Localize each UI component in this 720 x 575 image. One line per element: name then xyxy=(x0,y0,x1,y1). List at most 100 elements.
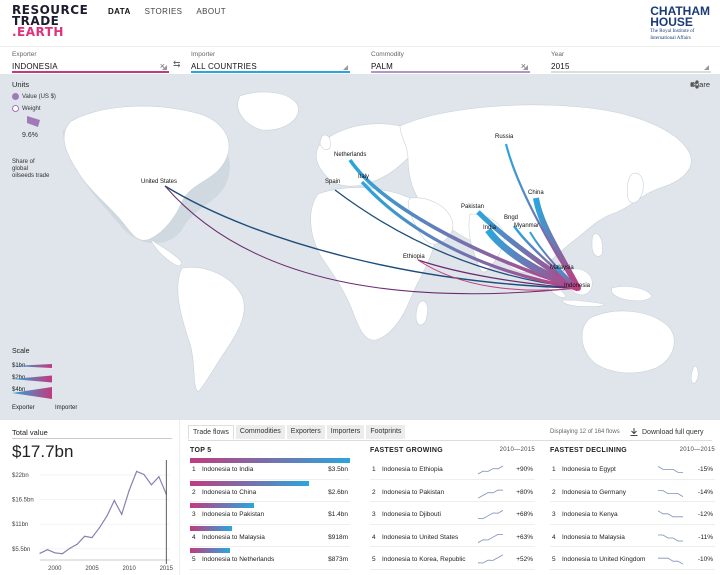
top5-row[interactable]: 4 Indonesia to Malaysia $918m xyxy=(190,525,350,547)
nav-data[interactable]: DATA xyxy=(108,7,131,16)
scale-row: $1bn xyxy=(12,363,52,369)
flow-name: Indonesia to United States xyxy=(382,533,459,541)
importer-value: ALL COUNTRIES xyxy=(191,62,257,71)
flow-value: $3.5bn xyxy=(328,466,348,473)
sparkline xyxy=(478,510,504,520)
nav-stories[interactable]: STORIES xyxy=(145,7,183,16)
country-label-united-states[interactable]: United States xyxy=(141,179,177,185)
growing-row[interactable]: 2 Indonesia to Pakistan +80% xyxy=(370,480,535,502)
tab-exporters[interactable]: Exporters xyxy=(286,425,325,439)
top5-row[interactable]: 5 Indonesia to Netherlands $873m xyxy=(190,547,350,570)
data-point xyxy=(158,476,160,478)
swap-icon[interactable]: ⇆ xyxy=(173,59,181,70)
growing-list: FASTEST GROWING 2010—2015 1 Indonesia to … xyxy=(370,447,535,570)
declining-years: 2010—2015 xyxy=(679,447,715,453)
flow-value: $1.4bn xyxy=(328,511,348,518)
data-point xyxy=(61,553,63,555)
land-australia xyxy=(581,310,675,374)
growing-row[interactable]: 4 Indonesia to United States +63% xyxy=(370,525,535,547)
scale-exporter-caption: Exporter xyxy=(12,405,35,411)
importer-select[interactable]: Importer ALL COUNTRIES xyxy=(191,49,350,73)
country-label-netherlands[interactable]: Netherlands xyxy=(334,152,366,158)
country-label-india[interactable]: India xyxy=(483,225,496,231)
sparkline xyxy=(658,557,684,565)
top5-row[interactable]: 2 Indonesia to China $2.6bn xyxy=(190,480,350,502)
sparkline-path xyxy=(658,510,683,518)
top5-row[interactable]: 1 Indonesia to India $3.5bn xyxy=(190,457,350,480)
flow-name: Indonesia to Pakistan xyxy=(382,488,445,496)
declining-row[interactable]: 4 Indonesia to Malaysia -11% xyxy=(550,525,715,547)
scale-arrow-icon xyxy=(12,375,52,383)
rank: 4 xyxy=(552,533,556,541)
chatham-house-logo[interactable]: CHATHAM HOUSE The Royal Institute of Int… xyxy=(650,5,710,42)
country-label-spain[interactable]: Spain xyxy=(325,179,340,185)
unit-weight-radio[interactable]: Weight xyxy=(12,105,41,112)
flow-name: Indonesia to India xyxy=(202,466,254,473)
year-select[interactable]: Year 2015 xyxy=(551,49,711,73)
country-label-china[interactable]: China xyxy=(528,190,544,196)
tab-footprints[interactable]: Footprints xyxy=(366,425,406,439)
dropdown-corner-icon xyxy=(162,65,167,70)
x-tick-label: 2000 xyxy=(48,566,62,572)
year-value: 2015 xyxy=(551,62,570,71)
exporter-select[interactable]: Exporter INDONESIA × xyxy=(12,49,169,73)
top5-row[interactable]: 3 Indonesia to Pakistan $1.4bn xyxy=(190,502,350,525)
country-label-malaysia[interactable]: Malaysia xyxy=(550,265,574,271)
trade-flow-map[interactable]: Units Value (US $) Weight 9.6% Share of … xyxy=(0,74,720,420)
share-caption-line: oilseeds trade xyxy=(12,173,50,179)
declining-row[interactable]: 1 Indonesia to Egypt -15% xyxy=(550,457,715,480)
country-label-ethiopia[interactable]: Ethiopia xyxy=(403,254,425,260)
country-label-bangladesh[interactable]: Bngd xyxy=(504,215,518,221)
nav-about[interactable]: ABOUT xyxy=(196,7,226,16)
unit-value-radio[interactable]: Value (US $) xyxy=(12,93,56,100)
share-button[interactable]: Share xyxy=(690,80,710,89)
growing-row[interactable]: 3 Indonesia to Djibouti +68% xyxy=(370,502,535,525)
land-asia xyxy=(399,104,692,273)
declining-row[interactable]: 2 Indonesia to Germany -14% xyxy=(550,480,715,502)
data-point xyxy=(91,537,93,539)
x-tick-label: 2005 xyxy=(85,566,99,572)
change-value: -12% xyxy=(697,511,713,518)
land-new-zealand xyxy=(690,365,699,384)
declining-row[interactable]: 5 Indonesia to United Kingdom -10% xyxy=(550,547,715,570)
total-value-line xyxy=(39,470,167,555)
change-value: -11% xyxy=(698,533,713,541)
country-label-russia[interactable]: Russia xyxy=(495,134,513,140)
download-button[interactable]: Download full query xyxy=(630,428,703,436)
growing-years: 2010—2015 xyxy=(499,447,535,453)
growing-row[interactable]: 1 Indonesia to Ethiopia +90% xyxy=(370,457,535,480)
rank: 3 xyxy=(192,511,196,518)
sparkline-path xyxy=(478,554,504,564)
growing-row[interactable]: 5 Indonesia to Korea, Republic +52% xyxy=(370,547,535,570)
y-tick-label: $22bn xyxy=(12,473,29,479)
radio-on-icon xyxy=(12,93,19,100)
tab-commodities[interactable]: Commodities xyxy=(235,425,285,439)
top5-list: TOP 5 1 Indonesia to India $3.5bn 2 Indonesi… xyxy=(190,447,350,570)
logo-line: .EARTH xyxy=(12,25,64,39)
rank: 5 xyxy=(552,556,556,563)
country-label-pakistan[interactable]: Pakistan xyxy=(461,204,484,210)
sparkline-path xyxy=(478,465,504,475)
dropdown-corner-icon xyxy=(343,65,348,70)
country-label-indonesia[interactable]: Indonesia xyxy=(564,283,590,289)
country-label-italy[interactable]: Italy xyxy=(358,174,369,180)
top5-title: TOP 5 xyxy=(190,447,212,454)
declining-row[interactable]: 3 Indonesia to Kenya -12% xyxy=(550,502,715,525)
sparkline xyxy=(478,533,504,543)
sparkline-path xyxy=(478,489,504,499)
rank: 1 xyxy=(192,466,196,473)
change-value: +90% xyxy=(516,466,533,473)
commodity-select[interactable]: Commodity PALM × xyxy=(371,49,530,73)
units-title: Units xyxy=(12,80,30,89)
tab-trade-flows[interactable]: Trade flows xyxy=(188,425,234,439)
scale-arrow-icon xyxy=(12,364,52,368)
change-value: +80% xyxy=(516,488,533,496)
flow-name: Indonesia to Djibouti xyxy=(382,511,441,518)
dropdown-corner-icon xyxy=(704,65,709,70)
total-value-chart[interactable]: $22bn $16.5bn $11bn $5.5bn 2000 2005 2010 2015 xyxy=(0,460,180,575)
country-label-myanmar[interactable]: Myanmar xyxy=(514,223,539,229)
flow-count: Displaying 12 of 164 flows xyxy=(550,429,620,435)
tab-importers[interactable]: Importers xyxy=(326,425,365,439)
rank: 5 xyxy=(192,556,196,563)
resource-trade-logo[interactable]: RESOURCE TRADE .EARTH xyxy=(12,4,88,39)
